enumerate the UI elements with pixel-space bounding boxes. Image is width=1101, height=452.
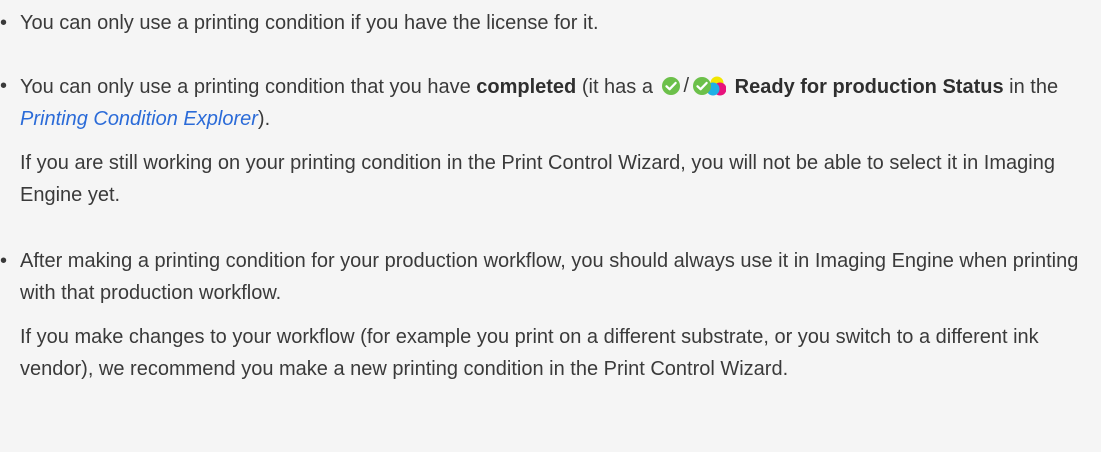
- printing-condition-explorer-link[interactable]: Printing Condition Explorer: [20, 108, 258, 130]
- note-mid: in the: [1003, 76, 1059, 98]
- slash-separator: /: [683, 75, 690, 97]
- status-icons: /: [661, 70, 727, 102]
- note-text: You can only use a printing condition th…: [20, 70, 1101, 135]
- completed-term: completed: [476, 76, 577, 98]
- bullet: •: [0, 12, 8, 34]
- list-item: • You can only use a printing condition …: [0, 70, 1101, 211]
- note-suffix: ).: [257, 108, 271, 130]
- list-item: • After making a printing condition for …: [0, 245, 1101, 385]
- ready-status-term: Ready for production Status: [729, 76, 1004, 98]
- notes-list: • You can only use a printing condition …: [0, 7, 1101, 385]
- list-item: • You can only use a printing condition …: [0, 7, 1101, 39]
- note-followup: If you are still working on your printin…: [20, 152, 1055, 206]
- check-circle-green-icon: [661, 76, 681, 96]
- check-circle-multicolor-icon: [692, 76, 727, 96]
- note-mid: (it has a: [576, 76, 659, 98]
- bullet: •: [0, 250, 8, 272]
- note-prefix: You can only use a printing condition th…: [20, 76, 477, 98]
- document-content: • You can only use a printing condition …: [0, 7, 1101, 452]
- bullet: •: [0, 75, 8, 97]
- note-followup: If you make changes to your workflow (fo…: [20, 326, 1039, 380]
- note-text: After making a printing condition for yo…: [20, 250, 1079, 304]
- note-text: You can only use a printing condition if…: [20, 12, 599, 34]
